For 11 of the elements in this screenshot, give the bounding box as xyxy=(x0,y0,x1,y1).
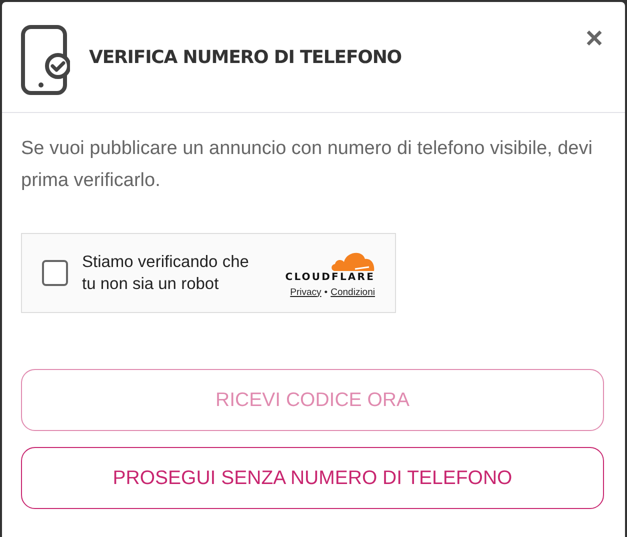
phone-check-icon xyxy=(20,24,70,96)
dialog-title: VERIFICA NUMERO DI TELEFONO xyxy=(89,46,402,68)
close-button[interactable]: × xyxy=(585,24,603,54)
privacy-link[interactable]: Privacy xyxy=(290,286,322,298)
cloudflare-logo: CLOUDFLARE xyxy=(285,272,375,282)
message-text: Se vuoi pubblicare un annuncio con numero di telefono visibile, devi prima verificarlo. xyxy=(21,137,594,193)
action-button[interactable]: PROSEGUI SENZA NUMERO DI TELEFONO xyxy=(21,447,604,509)
terms-link[interactable]: Condizioni xyxy=(330,286,375,298)
captcha-label: Stiamo verificando che tu non sia un robot xyxy=(82,252,250,295)
link-separator: • xyxy=(324,286,328,298)
captcha-checkbox[interactable] xyxy=(42,260,68,286)
